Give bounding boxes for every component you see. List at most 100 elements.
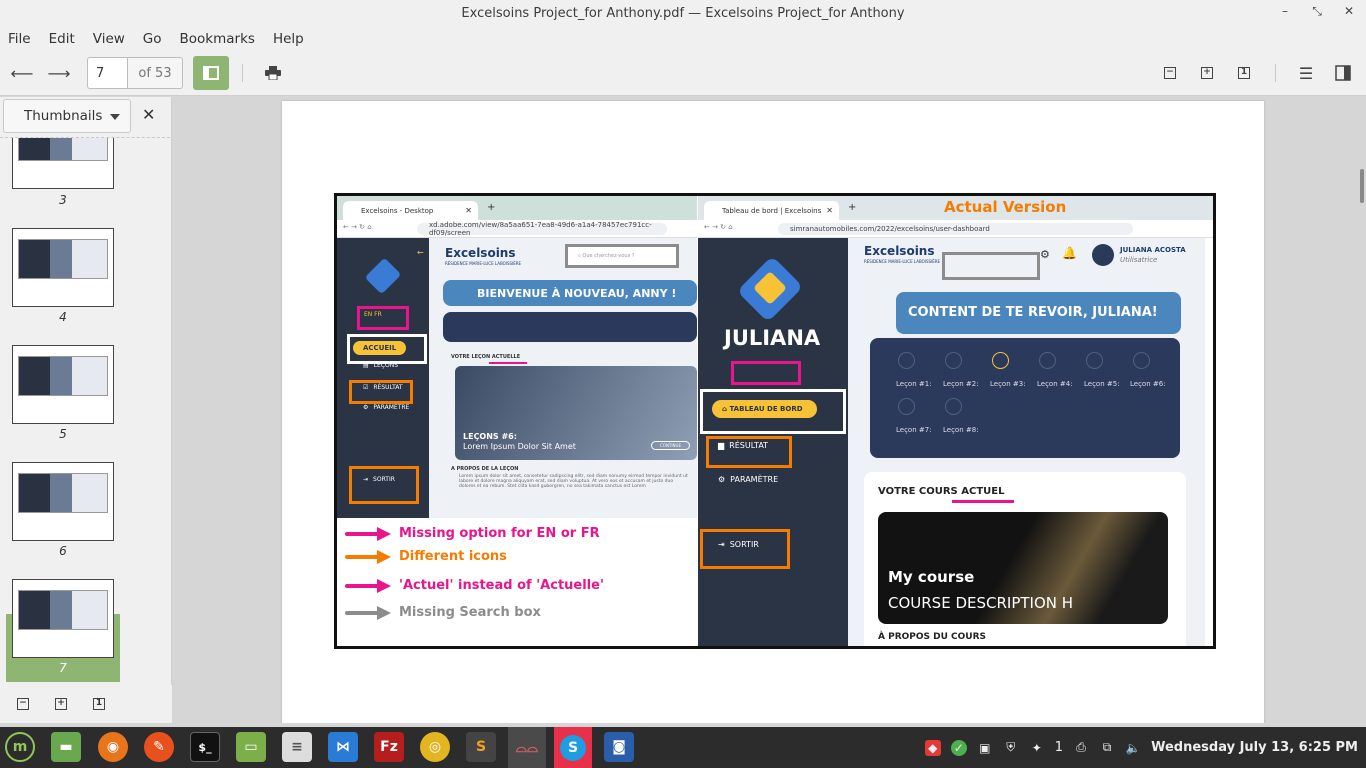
browser-tabs: Excelsoins - Desktop ✕ + [337, 196, 697, 220]
files-icon[interactable]: ▬ [51, 732, 81, 762]
shield-icon[interactable]: ⛨ [1003, 740, 1019, 756]
menu-bookmarks[interactable]: Bookmarks [180, 31, 255, 47]
vscode-icon[interactable]: ⋈ [328, 732, 358, 762]
thumbnail-label: 6 [59, 544, 67, 558]
legend-item: Missing option for EN or FR [345, 526, 600, 541]
zoom-out-icon[interactable]: − [1155, 58, 1185, 88]
document-viewer-icon[interactable]: ⌓⌓ [508, 727, 546, 768]
lesson-label: Leçon #3: [990, 380, 1026, 388]
close-sidebar-icon[interactable]: ✕ [142, 105, 155, 124]
scrollbar-thumb[interactable] [1360, 169, 1364, 203]
clipboard-icon[interactable]: ▣ [977, 740, 993, 756]
thumbnail-page-4[interactable] [12, 228, 114, 307]
legend-item: Different icons [345, 549, 507, 564]
sublime-icon[interactable]: S [466, 732, 496, 762]
nav-parametre: ⚙ PARAMÈTRE [363, 404, 410, 411]
menu-bar: File Edit View Go Bookmarks Help [0, 27, 1366, 50]
app-main: Excelsoins RÉSIDENCE MARIE-LUCE LABOISSI… [848, 238, 1205, 646]
zoom-original-icon[interactable]: 1 [1229, 58, 1259, 88]
vertical-scrollbar[interactable] [1358, 97, 1366, 723]
settings-icon: ⚙ [1040, 248, 1050, 261]
about-label: A PROPOS DE LA LEÇON [451, 466, 519, 472]
terminal-icon[interactable]: $_ [190, 732, 220, 762]
embedded-screenshot: Excelsoins - Desktop ✕ + ← → ↻ ⌂ xd.adobe… [334, 193, 1216, 649]
thumbnail-page-6[interactable] [12, 462, 114, 541]
thumbnail-image [18, 590, 108, 630]
notification-icon[interactable]: ✦ [1029, 740, 1045, 756]
lesson-dot [945, 398, 962, 415]
forward-arrow-icon[interactable]: ⟶ [44, 58, 74, 88]
url-field: simranautomobiles.com/2022/excelsoins/us… [778, 223, 1133, 235]
dual-page-icon[interactable] [1328, 58, 1358, 88]
legend-text: Different icons [399, 549, 507, 564]
print-icon[interactable] [258, 58, 288, 88]
nav-parametre: ⚙ PARAMÈTRE [718, 475, 779, 484]
new-tab-icon: + [487, 202, 496, 213]
underline-actuelle [489, 362, 527, 364]
window-titlebar: Excelsoins Project_for Anthony.pdf — Exc… [0, 0, 1366, 27]
mint-menu-icon[interactable]: m [5, 732, 35, 762]
thumb-zoom-reset-icon[interactable]: 1 [93, 698, 105, 710]
screenshot-icon[interactable]: ◙ [604, 732, 634, 762]
underline-actuel [952, 500, 1014, 503]
thumbnail-page-3[interactable] [12, 138, 114, 189]
menu-help[interactable]: Help [273, 31, 304, 47]
close-icon[interactable]: ✕ [1342, 4, 1356, 19]
thumbnail-label: 5 [59, 427, 67, 441]
url-field: xd.adobe.com/view/8a5aa651-7ea8-49d6-a1a… [417, 221, 667, 237]
close-tab-icon: ✕ [826, 206, 833, 215]
thumb-zoom-out-icon[interactable]: − [17, 698, 29, 710]
printer-icon[interactable]: ⎙ [1073, 740, 1089, 756]
thumb-zoom-in-icon[interactable]: + [55, 698, 67, 710]
toolbar-separator [1275, 64, 1276, 82]
lesson-dot [1039, 352, 1056, 369]
course-label-prefix: VOTRE COURS [878, 486, 962, 497]
brand-name: Excelsoins [445, 246, 516, 260]
highlight-tableau [700, 389, 846, 434]
tab-title: Excelsoins - Desktop [361, 206, 434, 215]
folder-icon[interactable]: ▭ [236, 732, 266, 762]
skype-taskbar-item[interactable]: S [554, 727, 592, 768]
minimize-icon[interactable]: – [1278, 4, 1292, 19]
clock[interactable]: Wednesday July 13, 6:25 PM [1151, 740, 1358, 755]
update-check-icon[interactable]: ✓ [950, 739, 967, 756]
text-editor-icon[interactable]: ≡ [282, 732, 312, 762]
browser-tab: Tableau de bord | Excelsoins ✕ [704, 201, 839, 220]
browser-tab: Excelsoins - Desktop ✕ [343, 201, 478, 220]
lesson-label: Leçon #8: [943, 426, 979, 434]
menu-edit[interactable]: Edit [49, 31, 75, 47]
logo-icon [364, 257, 402, 295]
lesson-dot [1086, 352, 1103, 369]
thumbnail-page-5[interactable] [12, 345, 114, 424]
thumbnail-page-7[interactable] [12, 579, 114, 658]
highlight-resultat [706, 436, 792, 468]
view-mode-icon[interactable]: ☰ [1291, 58, 1321, 88]
restore-icon[interactable]: ⤡ [1310, 4, 1324, 19]
filezilla-icon[interactable]: Fz [374, 732, 404, 762]
sidebar-toggle-button[interactable] [193, 56, 229, 90]
course-label-highlight: ACTUEL [961, 486, 1005, 497]
about-course-label: À PROPOS DU COURS [878, 632, 987, 642]
highlight-missing-search [942, 252, 1040, 280]
volume-icon[interactable]: 🔈 [1125, 740, 1141, 756]
menu-go[interactable]: Go [143, 31, 162, 47]
thumbnail-list[interactable]: 3 4 5 6 7 [0, 137, 170, 682]
back-arrow-icon[interactable]: ⟵ [7, 58, 37, 88]
firefox-icon[interactable]: ◉ [98, 732, 128, 762]
nav-label: PARAMÈTRE [373, 404, 410, 411]
zoom-in-icon[interactable]: + [1192, 58, 1222, 88]
page-number-input[interactable]: 7 [87, 57, 128, 89]
user-role: Utilisatrice [1120, 256, 1158, 264]
anydesk-icon[interactable]: ◆ [924, 739, 941, 756]
inkscape-icon[interactable]: ✎ [144, 732, 174, 762]
menu-view[interactable]: View [93, 31, 125, 47]
network-icon[interactable]: ⧉ [1099, 740, 1115, 756]
notification-count: 1 [1054, 740, 1064, 755]
document-view[interactable]: Excelsoins - Desktop ✕ + ← → ↻ ⌂ xd.adobe… [173, 97, 1366, 723]
lesson-label: Leçon #4: [1037, 380, 1073, 388]
address-bar: ← → ↻ ⌂ simranautomobiles.com/2022/excel… [698, 220, 1213, 238]
menu-file[interactable]: File [8, 31, 31, 47]
pdf-page: Excelsoins - Desktop ✕ + ← → ↻ ⌂ xd.adobe… [282, 101, 1264, 723]
sidebar-mode-dropdown[interactable]: Thumbnails [3, 99, 131, 133]
chrome-icon[interactable]: ◎ [420, 732, 450, 762]
